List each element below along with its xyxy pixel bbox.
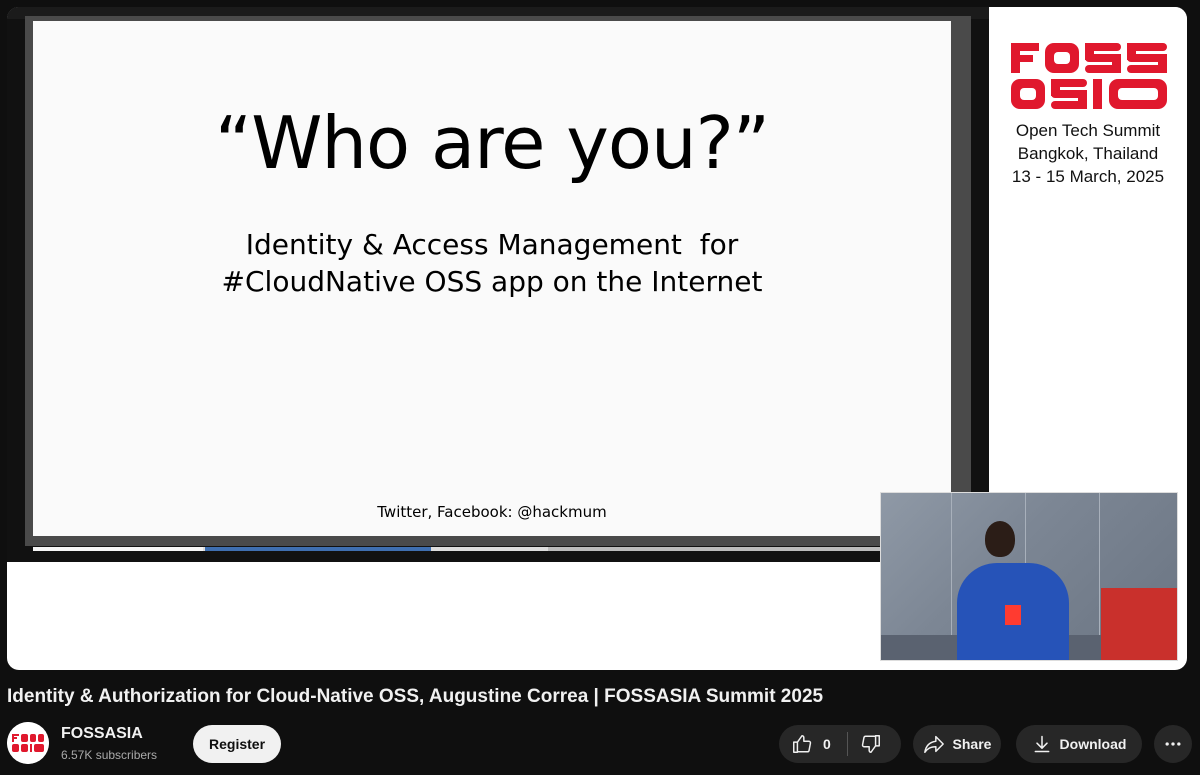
speaker-camera-inset [880,492,1178,661]
like-count: 0 [823,736,831,752]
subscriber-count: 6.57K subscribers [61,748,158,762]
slide-subtitle-line2: #CloudNative OSS app on the Internet [221,265,763,298]
download-icon [1034,735,1049,753]
cam-object [1101,588,1177,660]
like-button[interactable]: 0 [779,725,843,763]
strip-segment [205,547,431,551]
event-details: Open Tech Summit Bangkok, Thailand 13 - … [989,119,1187,188]
channel-name[interactable]: FOSSASIA [61,725,143,743]
share-label: Share [952,736,992,752]
video-player[interactable]: “Who are you?” Identity & Access Managem… [7,7,1187,670]
video-title: Identity & Authorization for Cloud-Nativ… [7,686,824,707]
event-line-2: Bangkok, Thailand [1017,144,1159,163]
register-button[interactable]: Register [193,725,282,763]
more-actions-button[interactable] [1154,725,1192,763]
event-brand-panel: Open Tech Summit Bangkok, Thailand 13 - … [989,7,1187,562]
thumbs-down-icon [861,735,880,753]
presentation-screen: “Who are you?” Identity & Access Managem… [7,7,989,562]
speaker-head [985,521,1015,557]
channel-action-row: FOSSASIA 6.57K subscribers Register 0 Sh… [7,721,1193,767]
thumbs-up-icon [793,735,812,753]
dislike-button[interactable] [848,725,896,763]
channel-avatar[interactable] [7,722,49,764]
screen-bottom-strip [33,547,951,551]
slide-footer: Twitter, Facebook: @hackmum [377,503,607,521]
like-dislike-group: 0 [779,725,901,763]
strip-segment [33,547,203,551]
event-line-1: Open Tech Summit [1015,121,1161,140]
download-button[interactable]: Download [1016,725,1142,763]
share-button[interactable]: Share [913,725,1001,763]
slide-subtitle-line1: Identity & Access Management for [245,228,739,261]
slide-subtitle: Identity & Access Management for #CloudN… [33,226,951,300]
slide-title: “Who are you?” [214,101,770,185]
slide: “Who are you?” Identity & Access Managem… [33,21,951,536]
share-icon [923,735,944,753]
speaker-badge [1005,605,1021,625]
more-icon [1165,742,1181,746]
download-label: Download [1059,736,1127,752]
fossasia-avatar-icon [7,722,49,764]
fossasia-logo [1011,43,1167,109]
event-line-3: 13 - 15 March, 2025 [1011,167,1165,186]
